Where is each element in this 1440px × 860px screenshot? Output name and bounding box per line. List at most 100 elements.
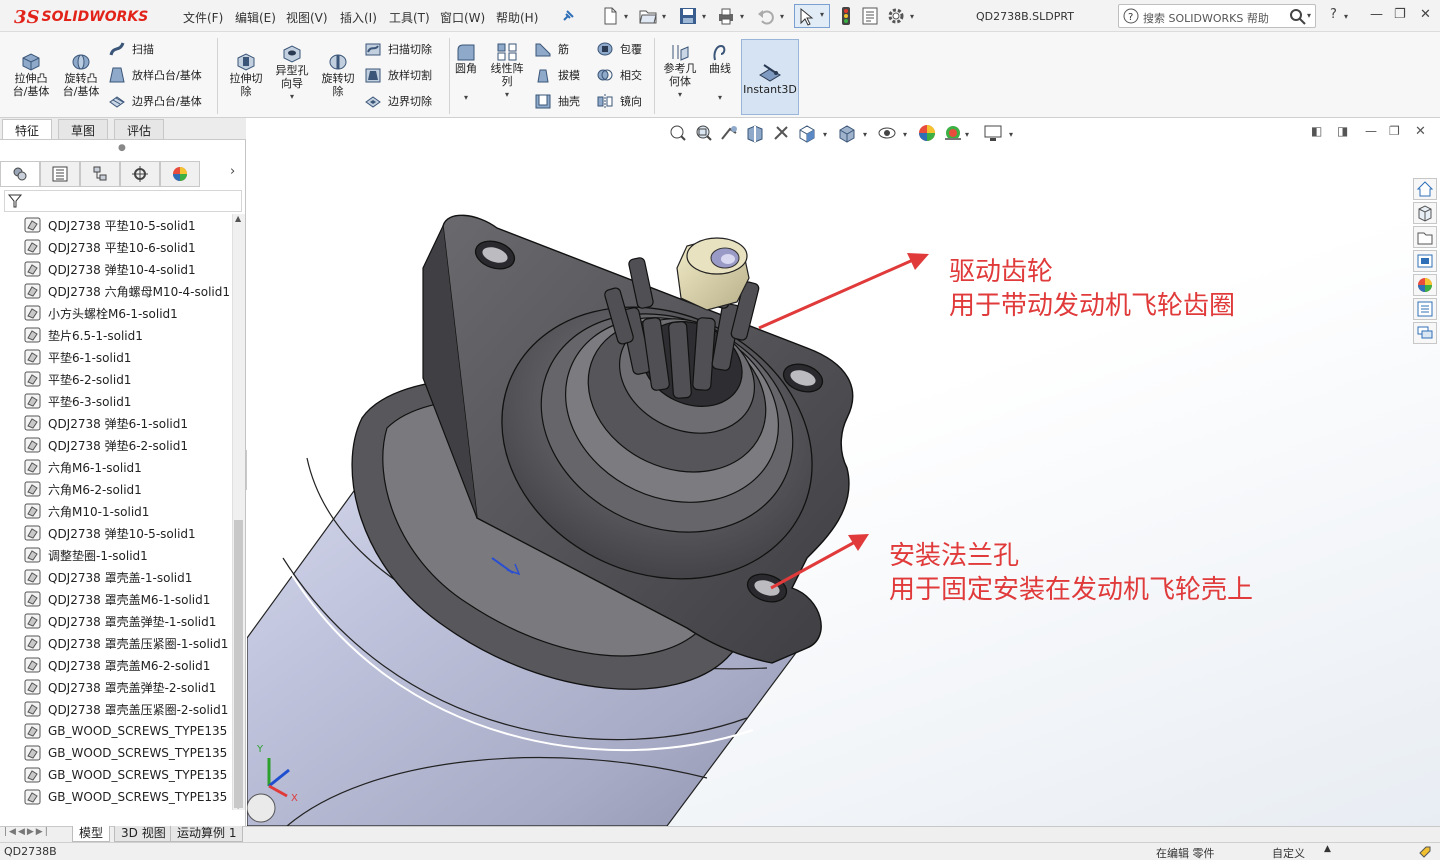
- resources-home-icon[interactable]: [1413, 178, 1437, 200]
- tree-item[interactable]: GB_WOOD_SCREWS_TYPE135 8: [0, 764, 232, 786]
- shell-button[interactable]: 抽壳: [534, 91, 580, 111]
- tree-item[interactable]: QDJ2738 罩壳盖-1-solid1: [0, 566, 232, 588]
- tab-3d-views[interactable]: 3D 视图: [114, 826, 173, 842]
- revolve-cut-button[interactable]: 旋转切 除: [316, 50, 360, 98]
- instant3d-button[interactable]: Instant3D: [741, 39, 799, 115]
- file-explorer-icon[interactable]: [1413, 226, 1437, 248]
- help-icon[interactable]: ?: [1330, 7, 1337, 22]
- tree-item[interactable]: QDJ2738 弹垫6-2-solid1: [0, 434, 232, 456]
- chevron-down-icon[interactable]: ▾: [1344, 12, 1348, 21]
- chevron-down-icon[interactable]: ▾: [290, 90, 294, 103]
- extrude-cut-button[interactable]: 拉伸切 除: [224, 50, 268, 98]
- tree-item[interactable]: QDJ2738 弹垫10-5-solid1: [0, 522, 232, 544]
- forum-icon[interactable]: [1413, 322, 1437, 344]
- loft-cut-button[interactable]: 放样切割: [364, 65, 432, 85]
- print-icon[interactable]: [716, 6, 736, 26]
- menu-view[interactable]: 视图(V): [286, 9, 328, 26]
- chevron-down-icon[interactable]: ▾: [464, 91, 468, 104]
- rebuild-traffic-light-icon[interactable]: [836, 6, 856, 26]
- chevron-down-icon[interactable]: ▾: [662, 12, 666, 21]
- appearances-icon[interactable]: [1413, 274, 1437, 296]
- menu-window[interactable]: 窗口(W): [440, 9, 485, 26]
- menu-file[interactable]: 文件(F): [183, 9, 223, 26]
- loft-boss-button[interactable]: 放样凸台/基体: [108, 65, 202, 85]
- scrollbar-thumb[interactable]: [234, 520, 243, 808]
- tree-item[interactable]: 六角M6-1-solid1: [0, 456, 232, 478]
- tree-item[interactable]: 平垫6-3-solid1: [0, 390, 232, 412]
- file-properties-icon[interactable]: [860, 6, 880, 26]
- rib-button[interactable]: 筋: [534, 39, 569, 59]
- restore-icon[interactable]: ❐: [1394, 7, 1406, 22]
- tab-evaluate[interactable]: 评估: [114, 119, 165, 139]
- undo-icon[interactable]: [756, 6, 776, 26]
- linear-pattern-button[interactable]: 线性阵 列 ▾: [486, 42, 528, 101]
- tree-item[interactable]: QDJ2738 罩壳盖弹垫-1-solid1: [0, 610, 232, 632]
- menu-insert[interactable]: 插入(I): [340, 9, 377, 26]
- tree-item[interactable]: 调整垫圈-1-solid1: [0, 544, 232, 566]
- status-units[interactable]: 自定义: [1272, 845, 1305, 860]
- custom-properties-icon[interactable]: [1413, 298, 1437, 320]
- sweep-button[interactable]: 扫描: [108, 39, 154, 59]
- extrude-boss-button[interactable]: 拉伸凸 台/基体: [8, 50, 54, 98]
- tab-model[interactable]: 模型: [72, 826, 111, 842]
- new-document-icon[interactable]: [600, 6, 620, 26]
- tree-item[interactable]: 小方头螺栓M6-1-solid1: [0, 302, 232, 324]
- tree-item[interactable]: QDJ2738 罩壳盖弹垫-2-solid1: [0, 676, 232, 698]
- chevron-down-icon[interactable]: ▾: [740, 12, 744, 21]
- chevron-down-icon[interactable]: ▾: [624, 12, 628, 21]
- tab-dimxpert[interactable]: [120, 161, 160, 187]
- menu-help[interactable]: 帮助(H): [496, 9, 538, 26]
- tree-item[interactable]: QDJ2738 罩壳盖压紧圈-2-solid1: [0, 698, 232, 720]
- sweep-cut-button[interactable]: 扫描切除: [364, 39, 432, 59]
- tab-property-manager[interactable]: [40, 161, 80, 187]
- tree-item[interactable]: QDJ2738 罩壳盖M6-2-solid1: [0, 654, 232, 676]
- solidworks-logo[interactable]: 3S SOLIDWORKS: [14, 6, 148, 28]
- hole-wizard-button[interactable]: 异型孔 向导 ▾: [270, 42, 314, 103]
- select-tool-button[interactable]: ▾: [794, 4, 830, 28]
- draft-button[interactable]: 拔模: [534, 65, 580, 85]
- tree-item[interactable]: QDJ2738 罩壳盖M6-1-solid1: [0, 588, 232, 610]
- tree-item[interactable]: QDJ2738 平垫10-5-solid1: [0, 214, 232, 236]
- tree-item[interactable]: GB_WOOD_SCREWS_TYPE135 8: [0, 720, 232, 742]
- search-icon[interactable]: [1289, 8, 1307, 26]
- chevron-down-icon[interactable]: ▾: [780, 12, 784, 21]
- tab-sketch[interactable]: 草图: [58, 119, 109, 139]
- intersect-button[interactable]: 相交: [596, 65, 642, 85]
- tree-item[interactable]: 六角M6-2-solid1: [0, 478, 232, 500]
- menu-edit[interactable]: 编辑(E): [235, 9, 276, 26]
- tab-motion-study-1[interactable]: 运动算例 1: [170, 826, 244, 842]
- tree-item[interactable]: 平垫6-2-solid1: [0, 368, 232, 390]
- mirror-button[interactable]: 镜向: [596, 91, 642, 111]
- chevron-down-icon[interactable]: ▾: [1307, 11, 1311, 20]
- design-library-icon[interactable]: [1413, 202, 1437, 224]
- curves-button[interactable]: 曲线 ▾: [704, 42, 736, 104]
- chevron-down-icon[interactable]: ▾: [505, 88, 509, 101]
- tab-configuration-manager[interactable]: [80, 161, 120, 187]
- tree-item[interactable]: QDJ2738 弹垫10-4-solid1: [0, 258, 232, 280]
- view-palette-icon[interactable]: [1413, 250, 1437, 272]
- tree-item[interactable]: QDJ2738 弹垫6-1-solid1: [0, 412, 232, 434]
- tab-scroll-arrows-icon[interactable]: |◀◀▶▶|: [4, 827, 50, 837]
- tree-item[interactable]: QDJ2738 六角螺母M10-4-solid1: [0, 280, 232, 302]
- chevron-down-icon[interactable]: ▾: [702, 12, 706, 21]
- chevron-down-icon[interactable]: ▾: [718, 91, 722, 104]
- panel-grip-icon[interactable]: ●: [118, 143, 126, 153]
- pin-icon[interactable]: [560, 8, 576, 24]
- close-icon[interactable]: ✕: [1420, 7, 1431, 22]
- reference-geometry-button[interactable]: 参考几 何体 ▾: [658, 42, 702, 101]
- tree-item[interactable]: 垫片6.5-1-solid1: [0, 324, 232, 346]
- boundary-boss-button[interactable]: 边界凸台/基体: [108, 91, 202, 111]
- tree-item[interactable]: QDJ2738 平垫10-6-solid1: [0, 236, 232, 258]
- tree-item[interactable]: GB_WOOD_SCREWS_TYPE135 8: [0, 786, 232, 808]
- menu-tools[interactable]: 工具(T): [389, 9, 430, 26]
- scroll-up-icon[interactable]: ▲: [235, 214, 241, 223]
- tree-filter-field[interactable]: [4, 190, 242, 212]
- starter-motor-model[interactable]: Y X: [247, 118, 1440, 826]
- minimize-icon[interactable]: —: [1370, 7, 1383, 22]
- rebuild-tag-icon[interactable]: [1418, 845, 1432, 859]
- chevron-right-icon[interactable]: ›: [230, 164, 235, 179]
- tree-item[interactable]: 六角M10-1-solid1: [0, 500, 232, 522]
- view-cube-icon[interactable]: [247, 793, 276, 823]
- tree-item[interactable]: GB_WOOD_SCREWS_TYPE135 8: [0, 742, 232, 764]
- tree-item[interactable]: QDJ2738 罩壳盖压紧圈-1-solid1: [0, 632, 232, 654]
